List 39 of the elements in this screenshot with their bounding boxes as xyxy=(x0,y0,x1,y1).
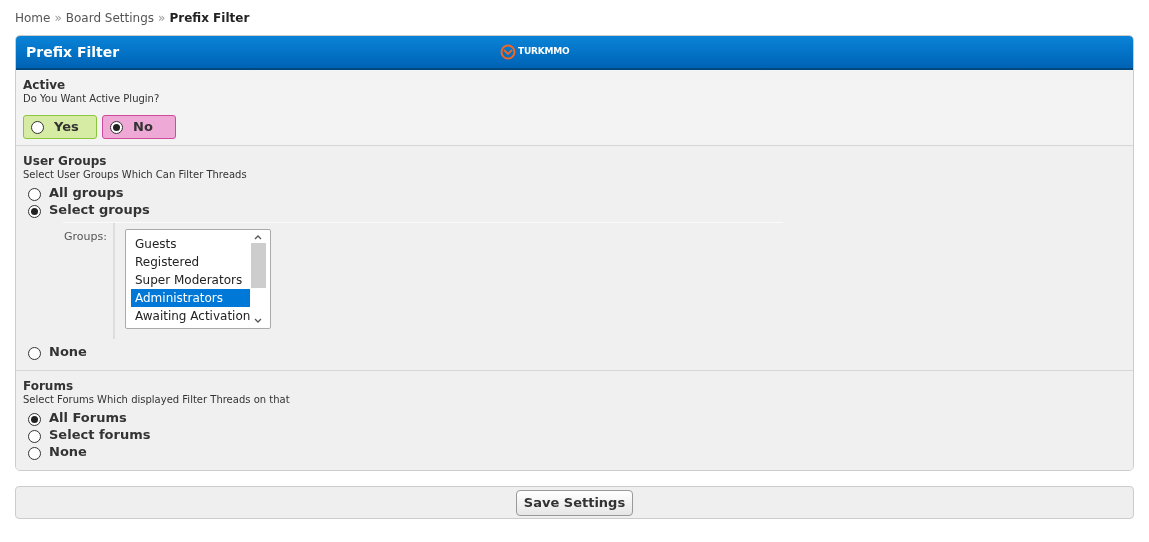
list-option[interactable]: Awaiting Activation xyxy=(131,307,250,325)
option-label: None xyxy=(49,342,87,361)
radio-button[interactable] xyxy=(28,205,41,218)
radio-button[interactable] xyxy=(28,347,41,360)
option-chip[interactable]: No xyxy=(102,115,176,139)
logo-text: TURKMMO xyxy=(518,45,570,59)
save-button[interactable]: Save Settings xyxy=(515,489,634,516)
group-listbox[interactable]: Guests Registered Super Moderators Administrators Awaiting Activation xyxy=(125,229,271,329)
field-label: Groups: xyxy=(63,229,108,245)
panel-title: Prefix Filter xyxy=(26,42,120,62)
radio-button[interactable] xyxy=(110,120,123,134)
option-label: Select groups xyxy=(49,200,150,219)
option-label: No xyxy=(133,118,153,137)
list-option[interactable]: Guests xyxy=(131,235,250,253)
setting-description: Do You Want Active Plugin? xyxy=(23,92,161,105)
option-label: Yes xyxy=(54,118,79,137)
setting-title: Active xyxy=(23,78,67,92)
radio-button[interactable] xyxy=(31,120,44,134)
breadcrumb-separator: » xyxy=(158,10,166,27)
radio-button[interactable] xyxy=(28,413,41,426)
list-option[interactable]: Super Moderators xyxy=(131,271,250,289)
option-label: All groups xyxy=(49,183,124,202)
breadcrumb-separator: » xyxy=(54,10,62,27)
option-label: None xyxy=(49,442,87,461)
option-label: Select forums xyxy=(49,425,151,444)
list-option[interactable]: Administrators xyxy=(131,289,250,307)
logo-icon xyxy=(500,44,516,60)
setting-title: User Groups xyxy=(23,154,108,168)
list-option[interactable]: Registered xyxy=(131,253,250,271)
setting-description: Select User Groups Which Can Filter Threads xyxy=(23,168,248,181)
breadcrumb-link[interactable]: Board Settings xyxy=(65,9,155,27)
option-chip[interactable]: Yes xyxy=(23,115,97,139)
setting-description: Select Forums Which displayed Filter Threads on that xyxy=(23,393,291,406)
radio-button[interactable] xyxy=(28,447,41,460)
option-label: All Forums xyxy=(49,408,127,427)
setting-title: Forums xyxy=(23,379,75,393)
radio-button[interactable] xyxy=(28,188,41,201)
radio-button[interactable] xyxy=(28,430,41,443)
breadcrumb-link[interactable]: Home xyxy=(15,9,51,27)
